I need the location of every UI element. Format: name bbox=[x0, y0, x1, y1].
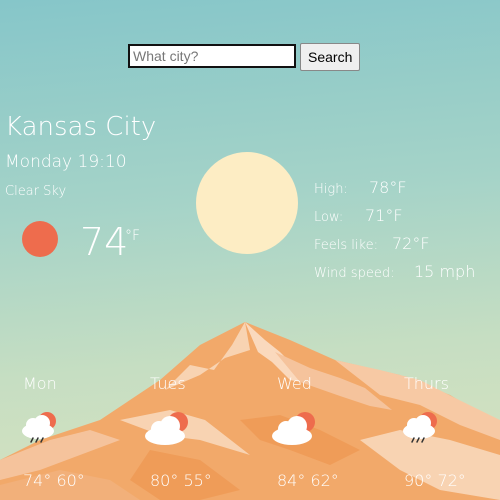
city-search-input[interactable] bbox=[128, 44, 296, 68]
stat-wind-label: Wind speed: bbox=[314, 266, 395, 281]
forecast-day-mon: Mon bbox=[23, 374, 57, 393]
stat-high-value: 78°F bbox=[369, 178, 407, 197]
rain-cloud-sun-icon bbox=[403, 412, 437, 443]
stat-high-label: High: bbox=[314, 182, 348, 197]
forecast-temps-tues: 80° 55° bbox=[150, 471, 212, 490]
weather-condition: Clear Sky bbox=[5, 184, 67, 199]
stat-low-label: Low: bbox=[314, 210, 344, 225]
current-temperature: 74 bbox=[80, 220, 129, 264]
city-name: Kansas City bbox=[5, 112, 157, 142]
stat-low-value: 71°F bbox=[365, 206, 403, 225]
cloud-sun-icon bbox=[272, 412, 315, 445]
stat-feels-value: 72°F bbox=[392, 234, 430, 253]
stat-wind-value: 15 mph bbox=[414, 262, 476, 281]
current-datetime: Monday 19:10 bbox=[5, 152, 127, 172]
forecast-day-tues: Tues bbox=[150, 374, 186, 393]
forecast-temps-mon: 74° 60° bbox=[23, 471, 85, 490]
forecast-day-thurs: Thurs bbox=[404, 374, 449, 393]
temperature-unit: °F bbox=[125, 228, 141, 244]
sun-icon bbox=[22, 221, 58, 257]
rain-cloud-sun-icon bbox=[22, 412, 56, 443]
forecast-temps-thurs: 90° 72° bbox=[404, 471, 466, 490]
cloud-sun-icon bbox=[145, 412, 188, 445]
sun-illustration bbox=[196, 152, 298, 254]
search-bar: Search bbox=[128, 43, 361, 71]
stat-feels-label: Feels like: bbox=[314, 238, 378, 253]
forecast-day-wed: Wed bbox=[277, 374, 312, 393]
search-button[interactable]: Search bbox=[300, 43, 361, 71]
forecast-temps-wed: 84° 62° bbox=[277, 471, 339, 490]
